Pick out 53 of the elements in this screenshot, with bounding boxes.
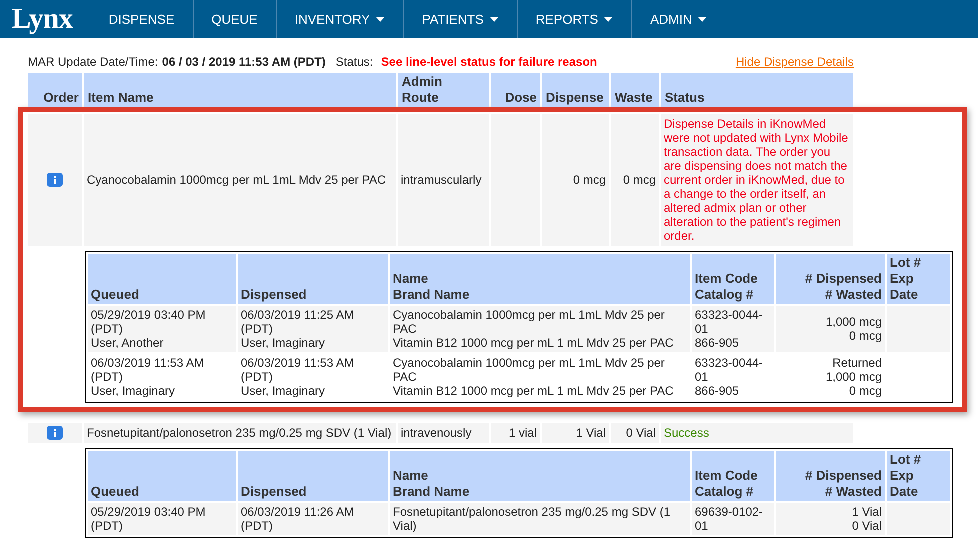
nav-menu-item[interactable]: INVENTORY: [276, 0, 404, 38]
nav-menu-item[interactable]: ADMIN: [631, 0, 726, 38]
column-header: Item Code Catalog #: [692, 254, 774, 304]
column-header: Admin Route: [398, 73, 489, 107]
column-header: Dispensed: [238, 254, 388, 304]
column-header: Lot # Exp Date: [887, 451, 950, 501]
table-cell: 0 mcg: [542, 114, 609, 246]
status-text: Success: [664, 426, 710, 440]
column-header: Name Brand Name: [390, 451, 690, 501]
nav-menu-item[interactable]: PATIENTS: [403, 0, 517, 38]
table-cell: 1 Vial: [542, 423, 609, 443]
column-header: Queued: [88, 254, 236, 304]
column-header: Queued: [88, 451, 236, 501]
mar-label: MAR Update Date/Time:: [28, 55, 158, 69]
column-header: Item Code Catalog #: [692, 451, 774, 501]
mar-date-time: 06 / 03 / 2019 11:53 AM (PDT): [162, 55, 326, 69]
table-cell: 05/29/2019 03:40 PM (PDT): [88, 503, 236, 535]
column-header: Waste: [611, 73, 659, 107]
table-cell: 1 Vial 0 Vial: [776, 503, 885, 535]
table-cell: intravenously: [398, 423, 489, 443]
table-cell: Cyanocobalamin 1000mcg per mL 1mL Mdv 25 per PAC: [84, 114, 396, 246]
column-header: Item Name: [84, 73, 396, 107]
column-header: # Dispensed # Wasted: [776, 451, 885, 501]
table-cell: 06/03/2019 11:25 AM (PDT) User, Imaginary: [238, 306, 388, 352]
status-text: Dispense Details in iKnowMed were not updated with Lynx Mobile transaction data. The order you are dispensing does not match the current order in iKnowMed, due to a change to the order itself, an altered admix plan or other alteration to the patient's regimen order.: [664, 117, 850, 243]
column-header: Lot # Exp Date: [887, 254, 950, 304]
table-cell: 1 vial: [491, 423, 540, 443]
table-cell: 05/29/2019 03:40 PM (PDT) User, Another: [88, 306, 236, 352]
column-header: Dispensed: [238, 451, 388, 501]
table-cell: 0 Vial: [611, 423, 659, 443]
table-cell: 1,000 mcg 0 mcg: [776, 306, 885, 352]
column-header: Dispense: [542, 73, 609, 107]
table-cell: 63323-0044-01 866-905: [692, 306, 774, 352]
table-cell: Fosnetupitant/palonosetron 235 mg/0.25 mg SDV (1 Vial): [390, 503, 690, 535]
table-cell: Cyanocobalamin 1000mcg per mL 1mL Mdv 25 per PAC Vitamin B12 1000 mcg per mL 1 mL Mdv 25 per PAC: [390, 306, 690, 352]
column-header: Name Brand Name: [390, 254, 690, 304]
table-cell: intramuscularly: [398, 114, 489, 246]
table-cell: 06/03/2019 11:26 AM (PDT): [238, 503, 388, 535]
column-header: Status: [661, 73, 853, 107]
nav-menu-item[interactable]: QUEUE: [192, 0, 276, 38]
info-icon[interactable]: [47, 173, 63, 187]
nav-menu-item[interactable]: REPORTS: [516, 0, 632, 38]
table-cell: Fosnetupitant/palonosetron 235 mg/0.25 mg SDV (1 Vial): [84, 423, 396, 443]
column-header: Dose: [491, 73, 540, 107]
nav-menu-item[interactable]: DISPENSE: [100, 0, 193, 38]
table-cell: 0 mcg: [611, 114, 659, 246]
column-header: # Dispensed # Wasted: [776, 254, 885, 304]
status-message: See line-level status for failure reason: [381, 55, 598, 69]
column-header: Order: [28, 73, 82, 107]
logo[interactable]: Lynx: [0, 0, 101, 38]
table-cell: 69639-0102-01: [692, 503, 774, 535]
info-icon[interactable]: [47, 426, 63, 440]
status-label: Status:: [336, 55, 374, 69]
